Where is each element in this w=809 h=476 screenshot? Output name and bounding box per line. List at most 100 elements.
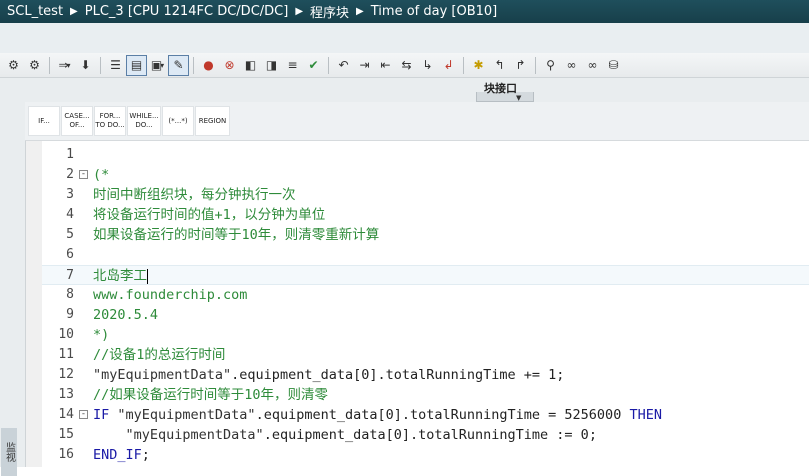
line-number: 13 [58,387,74,402]
breadcrumb-program-blocks[interactable]: 程序块 [307,2,352,21]
code-text[interactable]: 如果设备运行的时间等于10年，则清零重新计算 [93,226,379,244]
breadcrumb-separator-icon: ▶ [356,6,364,17]
breakpoint-icon[interactable]: ⊗ [220,56,239,75]
line-number: 10 [58,327,74,342]
toolbar-divider [193,56,194,74]
snippet-comment-button[interactable]: (*...*) [162,106,194,136]
code-token: ; [588,427,597,443]
breadcrumb-separator-icon: ▶ [295,6,304,17]
monitor-icon[interactable]: ✎ [168,54,189,76]
code-line[interactable]: 3 时间中断组织块，每分钟执行一次 [42,185,809,205]
fold-toggle-icon[interactable]: - [79,170,88,179]
code-line[interactable]: 1 [42,145,809,165]
snippet-while-button[interactable]: WHILE... DO... [127,106,161,136]
next-bookmark-icon[interactable]: ↱ [511,56,530,75]
code-text[interactable]: 将设备运行时间的值+1，以分钟为单位 [93,206,325,224]
breadcrumb-project[interactable]: SCL_test [4,4,66,19]
code-text[interactable]: 时间中断组织块，每分钟执行一次 [93,186,296,204]
insert-block-icon[interactable]: ⇒ ▾ [55,56,74,75]
code-text[interactable]: IF "myEquipmentData".equipment_data[0].t… [93,406,662,424]
breadcrumb-separator-icon: ▶ [70,6,78,17]
download-icon[interactable]: ⬇ [76,56,95,75]
breadcrumb-block[interactable]: Time of day [OB10] [368,4,501,19]
line-number: 11 [58,347,74,362]
code-line[interactable]: 10 *) [42,325,809,345]
nav-next-icon[interactable]: ≡ [283,56,302,75]
code-token: END_IF [93,447,142,463]
line-number: 15 [58,427,74,442]
run-icon[interactable]: ↶ [334,56,353,75]
line-number: 14 [58,407,74,422]
code-line[interactable]: 11 //设备1的总运行时间 [42,345,809,365]
snippet-if-button[interactable]: IF... [28,106,60,136]
code-line[interactable]: 4 将设备运行时间的值+1，以分钟为单位 [42,205,809,225]
step-out-icon[interactable]: ↲ [439,56,458,75]
code-token: .equipment_data[0].totalRunningTime += [231,367,549,383]
compare-all-icon[interactable]: ⚙ [25,56,44,75]
code-text[interactable]: (* [93,166,109,184]
code-text[interactable]: END_IF; [93,446,150,464]
indent-icon[interactable]: ⇥ [355,56,374,75]
code-text[interactable]: "myEquipmentData".equipment_data[0].tota… [93,366,564,384]
code-token: "myEquipmentData" [117,407,256,423]
line-number: 3 [66,187,74,202]
code-line[interactable]: 14- IF "myEquipmentData".equipment_data[0… [42,405,809,425]
code-line[interactable]: 8 www.founderchip.com [42,285,809,305]
code-token: .equipment_data[0].totalRunningTime := [263,427,581,443]
code-text[interactable]: www.founderchip.com [93,286,247,304]
show-all-icon[interactable]: ∞ [583,56,602,75]
scl-code-editor[interactable]: 1 2- (* 3 时间中断组织块，每分钟执行一次 4 将设备运行时间的值+1，以分钟为单位… [42,141,809,467]
db-icon[interactable]: ⛁ [604,56,623,75]
goto-icon[interactable]: ✔ [304,56,323,75]
code-text[interactable]: 北岛李工 [93,267,148,285]
nav-prev-icon[interactable]: ◨ [262,56,281,75]
chevron-down-icon[interactable]: ▼ [516,94,521,102]
toolbar-divider [100,56,101,74]
code-token: IF [93,407,118,423]
code-token: THEN [621,407,662,423]
line-number: 2 [66,167,74,182]
editor-toolbar: ⚙ ⚙ ⇒ ▾ ⬇ ☰ ▤ ▣ ▾ ✎ ● ⊗ ◧ ◨ ≡ ✔ ↶ ⇥ ⇤ ⇆ ↳ … [0,53,809,78]
code-line[interactable]: 7 北岛李工 [42,265,809,285]
code-line[interactable]: 13 //如果设备运行时间等于10年，则清零 [42,385,809,405]
code-token: (* [93,167,110,183]
code-token: 2020.5.4 [93,307,159,323]
code-text[interactable]: //如果设备运行时间等于10年，则清零 [93,386,328,404]
call-list-icon[interactable]: ▤ [126,54,147,76]
toggle-comments-icon[interactable]: ● [199,56,218,75]
code-token: 5256000 [564,407,622,423]
compare-icon[interactable]: ⚙ [4,56,23,75]
code-line[interactable]: 5 如果设备运行的时间等于10年，则清零重新计算 [42,225,809,245]
network-icon[interactable]: ☰ [106,56,125,75]
align-icon[interactable]: ⇆ [397,56,416,75]
toolbar-divider [535,56,536,74]
code-line[interactable]: 16 END_IF; [42,445,809,465]
monitor-all-icon[interactable]: ∞ [562,56,581,75]
watch-side-tab[interactable]: 监视 [1,428,17,476]
clear-breakpoint-icon[interactable]: ◧ [241,56,260,75]
code-text[interactable]: //设备1的总运行时间 [93,346,225,364]
step-in-icon[interactable]: ↳ [418,56,437,75]
code-line[interactable]: 12 "myEquipmentData".equipment_data[0].to… [42,365,809,385]
snippet-for-button[interactable]: FOR... TO DO... [94,106,126,136]
snippet-case-button[interactable]: CASE... OF... [61,106,93,136]
code-line[interactable]: 9 2020.5.4 [42,305,809,325]
breadcrumb-plc[interactable]: PLC_3 [CPU 1214FC DC/DC/DC] [82,4,292,19]
code-line[interactable]: 2- (* [42,165,809,185]
bookmark-icon[interactable]: ✱ [469,56,488,75]
line-number: 9 [66,307,74,322]
fold-toggle-icon[interactable]: - [79,410,88,419]
code-line[interactable]: 6 [42,245,809,265]
outdent-icon[interactable]: ⇤ [376,56,395,75]
prev-bookmark-icon[interactable]: ↰ [490,56,509,75]
code-token: .equipment_data[0].totalRunningTime = [255,407,565,423]
code-text[interactable]: *) [93,326,109,344]
snippet-region-button[interactable]: REGION [195,106,230,136]
code-line[interactable]: 15 "myEquipmentData".equipment_data[0].t… [42,425,809,445]
code-text[interactable]: 2020.5.4 [93,306,158,324]
watch-icon[interactable]: ⚲ [541,56,560,75]
left-side-strip: 监视 [0,102,26,476]
code-text[interactable]: "myEquipmentData".equipment_data[0].tota… [93,426,597,444]
block-interface-icon[interactable]: ▣ ▾ [148,56,167,75]
panel-title[interactable]: 块接口 [484,80,517,96]
